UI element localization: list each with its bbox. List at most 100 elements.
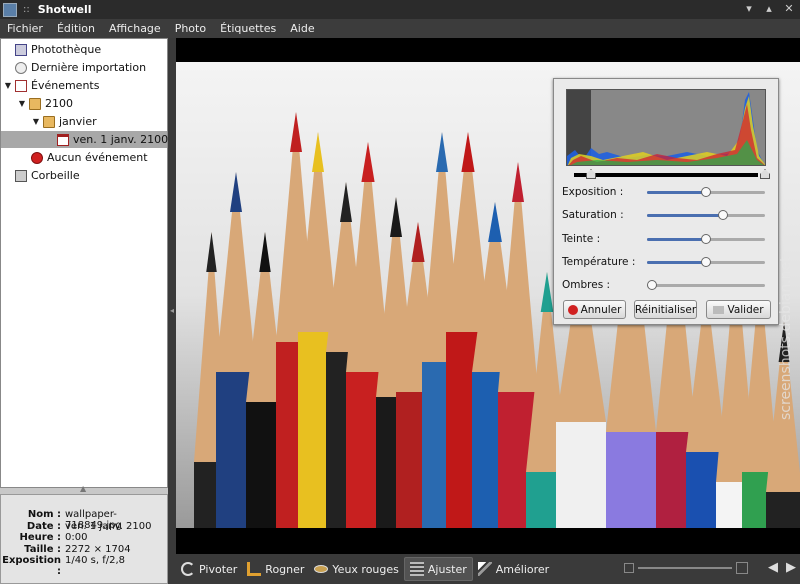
info-row-size: Taille : 2272 × 1704 — [1, 544, 167, 556]
pencil-body — [766, 492, 800, 528]
pencil-body — [556, 422, 606, 528]
photo-navigation: ◀ ▶ — [768, 560, 796, 575]
crop-label: Rogner — [265, 562, 305, 576]
sidebar-item-phototheque[interactable]: Photothèque — [15, 41, 101, 58]
zoom-in-icon[interactable] — [736, 562, 748, 574]
cancel-button[interactable]: Annuler — [563, 300, 626, 319]
no-event-icon — [31, 151, 43, 164]
sidebar-item-trash[interactable]: Corbeille — [15, 167, 80, 184]
crop-button[interactable]: Rogner — [242, 557, 309, 581]
expander-icon[interactable]: ▼ — [3, 81, 13, 90]
saturation-slider[interactable] — [647, 209, 765, 220]
adjust-dialog: Exposition : Saturation : Teinte : Tempé… — [553, 78, 779, 325]
adjust-button[interactable]: Ajuster — [403, 557, 473, 581]
previous-photo-button[interactable]: ◀ — [768, 560, 778, 575]
sidebar-item-label: Dernière importation — [31, 61, 147, 74]
sidebar-item-2100[interactable]: ▼ 2100 — [17, 95, 73, 112]
trash-icon — [15, 169, 27, 182]
temperature-slider[interactable] — [647, 256, 765, 267]
histogram-low-handle[interactable] — [586, 169, 596, 179]
info-row-time: Heure : 0:00 — [1, 532, 167, 544]
sidebar-item-last-import[interactable]: Dernière importation — [15, 59, 146, 76]
menu-bar: Fichier Édition Affichage Photo Étiquett… — [0, 19, 800, 38]
cancel-button-label: Annuler — [580, 303, 622, 316]
menu-photo[interactable]: Photo — [168, 22, 213, 35]
adjust-label: Ajuster — [427, 562, 467, 576]
tint-row: Teinte : — [562, 232, 774, 246]
sidebar-item-label: ven. 1 janv. 2100 — [73, 133, 169, 146]
magic-wand-icon — [477, 562, 492, 576]
info-row-date: Date : ven. 1 janv. 2100 — [1, 521, 167, 533]
next-photo-button[interactable]: ▶ — [786, 560, 796, 575]
title-bar: :: Shotwell ▾ ▴ ✕ — [0, 0, 800, 19]
info-value: 2272 × 1704 — [65, 543, 131, 555]
sidebar-item-label: Photothèque — [31, 43, 102, 56]
photo-info-panel: Nom : wallpaper-718849.jpg Date : ven. 1… — [0, 494, 168, 584]
info-value: 0:00 — [65, 532, 88, 543]
sidebar-item-janvier[interactable]: ▼ janvier — [31, 113, 97, 130]
zoom-out-icon[interactable] — [624, 563, 634, 573]
sidebar-item-label: janvier — [59, 115, 97, 128]
histogram-high-handle[interactable] — [760, 169, 770, 179]
reset-button[interactable]: Réinitialiser — [634, 300, 697, 319]
sidebar-item-event-date[interactable]: ven. 1 janv. 2100 — [1, 131, 169, 148]
info-key: Date : — [26, 520, 61, 532]
menu-edition[interactable]: Édition — [50, 22, 102, 35]
temperature-row: Température : — [562, 255, 774, 269]
info-row-exposure: Exposition : 1/40 s, f/2,8 — [1, 555, 167, 577]
info-key: Nom : — [27, 509, 61, 520]
rotate-button[interactable]: Pivoter — [176, 557, 242, 581]
window-title: Shotwell — [37, 3, 92, 16]
histogram-graph — [567, 92, 765, 165]
sidebar-item-label: Aucun événement — [47, 151, 148, 164]
events-icon — [15, 79, 27, 92]
edit-toolbar: Pivoter Rogner Yeux rouges Ajuster Améli… — [176, 554, 800, 584]
sidebar-item-label: Corbeille — [31, 169, 80, 182]
exposure-slider[interactable] — [647, 186, 765, 197]
checkmark-icon — [713, 305, 725, 314]
info-value: wallpaper-718849.jpg — [65, 509, 122, 531]
crop-icon — [247, 562, 262, 576]
menu-aide[interactable]: Aide — [283, 22, 321, 35]
sidebar-item-no-event[interactable]: Aucun événement — [31, 149, 148, 166]
saturation-label: Saturation : — [562, 209, 624, 221]
enhance-label: Améliorer — [495, 562, 550, 576]
sidebar-item-events[interactable]: ▼ Événements — [3, 77, 100, 94]
shadows-row: Ombres : — [562, 278, 774, 292]
histogram — [566, 89, 766, 166]
library-icon — [15, 43, 27, 56]
zoom-slider[interactable] — [638, 567, 732, 569]
shadows-label: Ombres : — [562, 279, 611, 291]
info-value: 1/40 s, f/2,8 — [65, 555, 125, 566]
temperature-label: Température : — [562, 256, 636, 268]
saturation-row: Saturation : — [562, 208, 774, 222]
tint-slider[interactable] — [647, 233, 765, 244]
ok-button[interactable]: Valider — [706, 300, 771, 319]
ok-button-label: Valider — [727, 303, 764, 316]
shadows-slider[interactable] — [647, 279, 765, 290]
menu-fichier[interactable]: Fichier — [0, 22, 50, 35]
menu-affichage[interactable]: Affichage — [102, 22, 168, 35]
menu-etiquettes[interactable]: Étiquettes — [213, 22, 283, 35]
watermark: screenshots.debian.net — [778, 256, 794, 420]
eye-icon — [314, 565, 329, 573]
maximize-button[interactable]: ▴ — [762, 2, 776, 15]
info-key: Exposition : — [2, 555, 61, 577]
import-icon — [15, 61, 27, 74]
cancel-icon — [567, 304, 578, 315]
enhance-button[interactable]: Améliorer — [473, 557, 554, 581]
calendar-icon — [57, 133, 69, 146]
reset-button-label: Réinitialiser — [634, 303, 697, 316]
exposure-row: Exposition : — [562, 185, 774, 199]
pencil-body — [606, 432, 656, 528]
expander-icon[interactable]: ▼ — [31, 117, 41, 126]
redeye-button[interactable]: Yeux rouges — [309, 557, 403, 581]
close-button[interactable]: ✕ — [782, 2, 796, 15]
expander-icon[interactable]: ▼ — [17, 99, 27, 108]
histogram-range-bar[interactable] — [574, 173, 758, 177]
zoom-control — [624, 562, 748, 574]
pane-resize-handle[interactable]: ◂ — [168, 38, 176, 584]
rotate-label: Pivoter — [199, 562, 238, 576]
exposure-label: Exposition : — [562, 186, 624, 198]
minimize-button[interactable]: ▾ — [742, 2, 756, 15]
